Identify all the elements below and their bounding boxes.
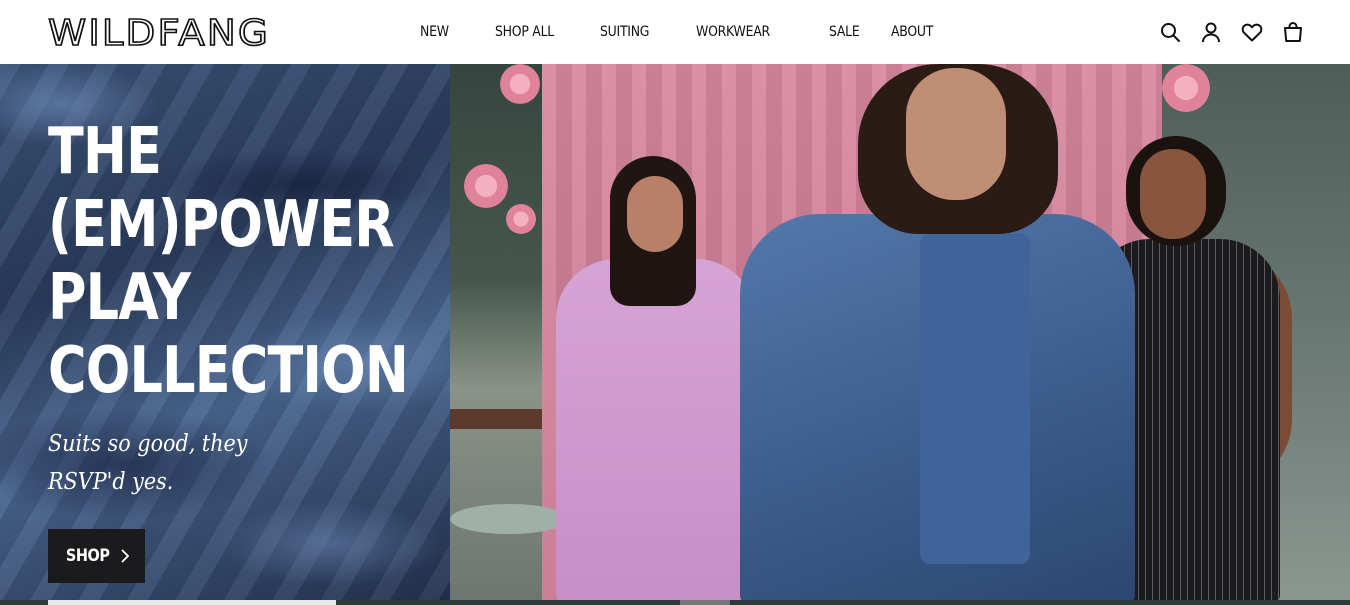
hero-headline-block: THE (EM)POWER PLAY COLLECTION	[48, 116, 488, 408]
chevron-right-icon	[121, 549, 130, 563]
hero-banner: THE (EM)POWER PLAY COLLECTION Suits so g…	[0, 64, 1350, 605]
model-face	[906, 68, 1006, 200]
hero-headline-line: (EM)POWER	[48, 188, 395, 262]
hero-headline-line: THE	[48, 115, 162, 189]
svg-text:WILDFANG: WILDFANG	[48, 13, 270, 51]
next-section-peek	[0, 600, 1350, 605]
hero-photo	[450, 64, 1350, 605]
next-section-tile	[680, 600, 730, 605]
wishlist-heart-icon[interactable]	[1240, 20, 1264, 44]
nav-item-about[interactable]: ABOUT	[891, 24, 960, 40]
stool	[450, 504, 568, 534]
nav-item-new[interactable]: NEW	[420, 24, 485, 40]
shop-button-label: SHOP	[65, 546, 110, 566]
brand-logo[interactable]: WILDFANG	[48, 13, 272, 51]
hero-subheadline-line: Suits so good, they	[48, 431, 248, 457]
nav-item-shop-all[interactable]: SHOP ALL	[495, 24, 585, 40]
hero-subheadline-line: RSVP'd yes.	[48, 469, 174, 495]
model-face	[627, 176, 683, 252]
site-header: WILDFANG NEW SHOP ALL SUITING WORKWEAR S…	[0, 0, 1350, 64]
flower-decoration	[506, 204, 536, 234]
hero-headline-line: PLAY	[48, 261, 191, 335]
flower-decoration	[1162, 64, 1210, 112]
hero-headline: THE (EM)POWER PLAY COLLECTION	[48, 116, 409, 408]
hero-headline-line: COLLECTION	[48, 334, 409, 408]
model-pink-suit	[556, 259, 756, 605]
flower-decoration	[500, 64, 540, 104]
shop-button[interactable]: SHOP	[48, 529, 145, 583]
brand-logo-wordmark: WILDFANG	[48, 13, 270, 51]
cart-bag-icon[interactable]	[1281, 20, 1305, 44]
nav-item-suiting[interactable]: SUITING	[600, 24, 683, 40]
next-section-tile	[48, 600, 336, 605]
model-face	[1140, 149, 1206, 239]
hero-subheadline: Suits so good, they RSVP'd yes.	[48, 425, 282, 501]
header-actions	[1158, 20, 1305, 44]
nav-item-sale[interactable]: SALE	[829, 24, 882, 40]
main-nav: NEW SHOP ALL SUITING WORKWEAR SALE ABOUT	[420, 0, 971, 64]
account-icon[interactable]	[1199, 20, 1223, 44]
nav-item-workwear[interactable]: WORKWEAR	[696, 24, 810, 40]
model-vest	[920, 234, 1030, 564]
search-icon[interactable]	[1158, 20, 1182, 44]
side-table	[450, 409, 542, 429]
